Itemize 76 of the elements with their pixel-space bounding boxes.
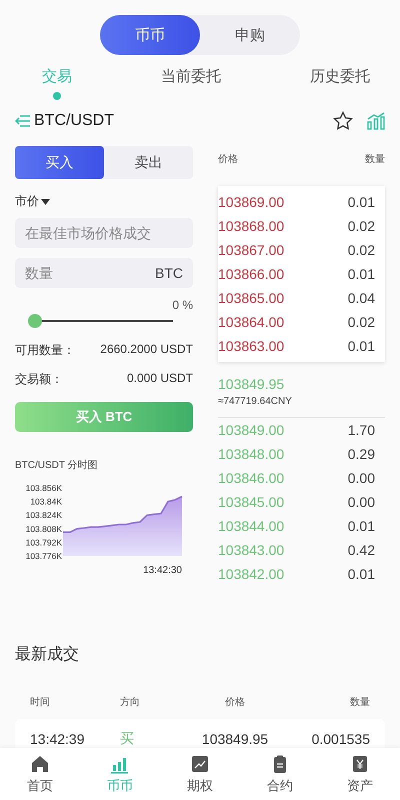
amount-cell: 0.01 <box>348 566 375 582</box>
amount-cell: 0.42 <box>348 542 375 558</box>
price-cell: 103849.00 <box>218 422 284 438</box>
pair-symbol: BTC/USDT <box>34 112 115 130</box>
line-chart-icon <box>190 754 210 774</box>
side-tab[interactable]: 卖出 <box>104 146 193 179</box>
info-value: 2660.2000 USDT <box>100 342 193 358</box>
amount-cell: 0.04 <box>348 290 375 306</box>
price-cell: 103845.00 <box>218 494 284 510</box>
axis-label: 103.808K <box>26 524 62 534</box>
column-header: 价格 <box>218 152 238 166</box>
axis-label: 103.84K <box>30 496 62 507</box>
info-value: 0.000 USDT <box>126 371 193 387</box>
column-header: 时间 <box>30 696 51 709</box>
axis-label: 103.856K <box>26 483 62 493</box>
column-header: 价格 <box>224 696 246 709</box>
price-cell: 103869.00 <box>218 194 284 210</box>
star-icon[interactable] <box>333 111 353 131</box>
price-cell: 103863.00 <box>218 338 284 354</box>
amount-cell: 0.29 <box>348 446 375 462</box>
caret-icon <box>41 198 50 204</box>
price-cell: 103842.00 <box>218 566 284 582</box>
nav-tab[interactable]: 合约 <box>240 748 320 800</box>
amount-cell: 0.00 <box>348 470 375 486</box>
side-cell-text: 买 <box>120 730 135 748</box>
price-cell: 103864.00 <box>218 314 284 330</box>
unit-label: BTC <box>155 265 183 281</box>
price-field[interactable]: 在最佳市场价格成交 <box>15 218 193 248</box>
amount-cell: 0.01 <box>348 518 375 534</box>
nav-tab[interactable]: 首页 <box>0 748 80 800</box>
chart-icon[interactable] <box>367 112 385 130</box>
amount-cell: 0.02 <box>348 218 375 234</box>
amount-cell: 0.02 <box>348 242 375 258</box>
tab[interactable]: 历史委托 <box>310 67 370 100</box>
tab[interactable]: 当前委托 <box>161 67 221 100</box>
amount-cell: 0.02 <box>348 314 375 330</box>
last-price: 103849.95 <box>218 376 286 392</box>
price-cell: 103846.00 <box>218 470 284 486</box>
axis-label: 103.792K <box>26 537 62 548</box>
nav-tab[interactable]: 期权 <box>160 748 240 800</box>
price-cell: 103848.00 <box>218 446 284 462</box>
column-header: 数量 <box>349 696 370 709</box>
axis-label: 103.776K <box>26 551 62 561</box>
info-label: 可用数量： <box>15 342 75 359</box>
price-cell: 103865.00 <box>218 290 284 306</box>
column-header: 方向 <box>120 696 141 709</box>
time-cell-text: 13:42:39 <box>30 731 86 747</box>
mode-tab[interactable]: 申购 <box>200 15 300 55</box>
info-label: 交易额： <box>15 371 63 388</box>
side-tab[interactable]: 买入 <box>15 146 104 179</box>
amount-cell: 0.01 <box>348 338 375 354</box>
price-cell: 103868.00 <box>218 218 284 234</box>
yen-icon <box>350 754 370 774</box>
slider-reading: 0 % <box>171 298 193 312</box>
price-cell-text: 103849.95 <box>200 731 270 747</box>
price-cell: 103844.00 <box>218 518 284 534</box>
column-header: 数量 <box>365 153 385 166</box>
section-title: 最新成交 <box>15 644 80 665</box>
price-cell: 103867.00 <box>218 242 284 258</box>
amount-cell: 0.01 <box>348 194 375 210</box>
amount-cell: 0.01 <box>348 266 375 282</box>
chart-title: BTC/USDT 分时图 <box>15 458 99 472</box>
home-icon <box>30 754 50 774</box>
last-price-cny: ≈747719.64CNY <box>218 396 293 407</box>
axis-label: 103.824K <box>26 510 62 520</box>
price-cell: 103866.00 <box>218 266 284 282</box>
menu-icon[interactable] <box>15 114 31 128</box>
nav-tab[interactable]: 资产 <box>320 748 400 800</box>
mode-tab[interactable]: 币币 <box>100 15 200 55</box>
time-label: 13:42:30 <box>143 565 182 576</box>
amount-cell-text: 0.001535 <box>310 731 370 747</box>
price-cell: 103843.00 <box>218 542 284 558</box>
slider-thumb[interactable] <box>28 314 42 328</box>
amount-cell: 0.00 <box>348 494 375 510</box>
amount-cell: 1.70 <box>348 422 375 438</box>
order-type-dropdown[interactable]: 市价 <box>15 193 50 210</box>
